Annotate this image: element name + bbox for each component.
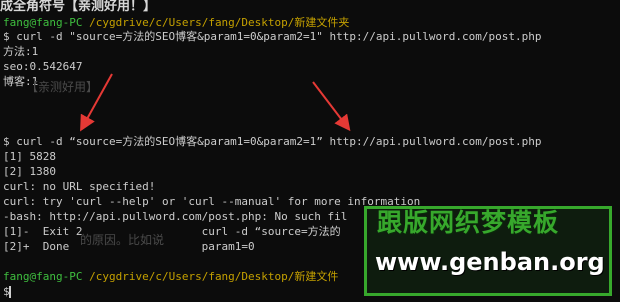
watermark-logo: 跟版网织梦模板 www.genban.org <box>364 206 612 296</box>
red-arrow-icon <box>312 81 351 132</box>
red-arrow-icon <box>80 73 113 132</box>
watermark-url: www.genban.org <box>375 248 605 276</box>
watermark-title: 跟版网织梦模板 <box>377 208 560 237</box>
terminal-window[interactable]: 成全角符号【亲测好用！】 fang@fang-PC /cygdrive/c/Us… <box>0 0 620 302</box>
